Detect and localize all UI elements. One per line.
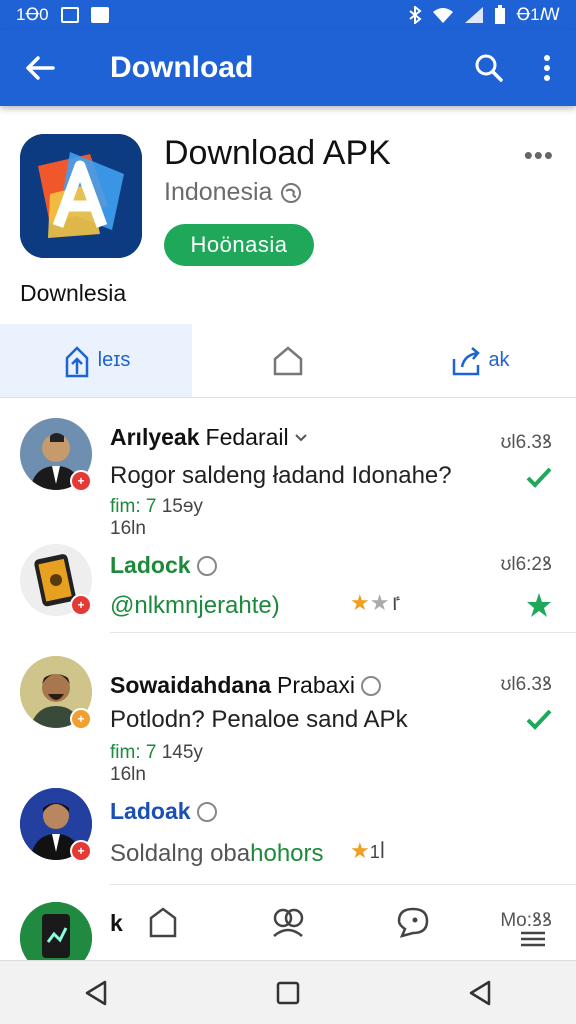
- sender-name: Sowaidahdana Prabaxi: [110, 672, 382, 699]
- region-pill-button[interactable]: Hoönasia: [164, 224, 314, 266]
- message-meta: fim: 7 15ɘy 16ln: [110, 496, 203, 540]
- tab-share-label: ak: [488, 349, 510, 371]
- sender-name: Arılyeak Fedarail: [110, 424, 307, 451]
- sender-name-bold: Arılyeak: [110, 424, 200, 450]
- triangle-back-icon: [85, 980, 107, 1005]
- status-bar: 1Ꝋ0 Ꝋ1ꟿ: [0, 0, 576, 30]
- meta-value: 145y: [161, 742, 203, 763]
- info-icon: [196, 801, 217, 822]
- rating: ★1ꟾ: [350, 838, 385, 864]
- chat-icon[interactable]: [396, 906, 430, 938]
- chevron-down-icon: [294, 433, 307, 441]
- divider: [110, 632, 576, 633]
- message-text-b: hohors: [250, 840, 324, 867]
- share-icon: [453, 346, 481, 375]
- notification-icon: [90, 7, 109, 23]
- app-bar-title: Download: [110, 51, 254, 84]
- partial-list-item[interactable]: k Mo:ꝸꝸ: [0, 890, 576, 974]
- list-item[interactable]: + Sowaidahdana Prabaxi ʊl6.3ꝸ Potlodn? P…: [0, 638, 576, 785]
- system-nav-bar: [0, 960, 576, 1024]
- menu-icon[interactable]: [520, 930, 546, 948]
- app-logo: [20, 134, 142, 258]
- sender-name-label: Ladoak: [110, 798, 191, 824]
- sender-name-label: Ladock: [110, 552, 191, 578]
- status-badge: +: [70, 708, 92, 730]
- check-icon: [526, 709, 552, 730]
- gallery-icon: [60, 7, 79, 23]
- battery-icon: [495, 5, 506, 24]
- meta-label: fim: 7: [110, 742, 157, 763]
- search-icon: [475, 54, 503, 82]
- sender-name: Ladock: [110, 552, 217, 579]
- app-region: Indonesia: [164, 178, 302, 207]
- sender-name: k: [110, 910, 123, 936]
- square-home-icon: [276, 981, 300, 1004]
- nav-back-button[interactable]: [56, 961, 136, 1024]
- overflow-menu-button[interactable]: [518, 30, 576, 106]
- list-item[interactable]: + Ladock ʊl6:2ꝸ @nlkmnjerahte) ★★ٵ: [0, 538, 576, 630]
- message-text: Potlodn? Penaloe sand APk: [110, 706, 408, 733]
- arrow-left-icon: [26, 56, 55, 80]
- house-icon: [273, 345, 303, 375]
- tab-library[interactable]: [192, 324, 384, 397]
- status-time: 1Ꝋ0: [16, 5, 49, 24]
- list-item[interactable]: + Ladoak Soldalng obahohors ★1ꟾ: [0, 778, 576, 878]
- star-icon: ★: [350, 838, 370, 863]
- nav-home-button[interactable]: [248, 961, 328, 1024]
- people-icon[interactable]: [270, 906, 306, 938]
- message-text: Soldalng obahohors: [110, 840, 324, 868]
- home-icon[interactable]: [148, 906, 178, 938]
- triangle-recents-icon: [469, 980, 491, 1005]
- meta-label: fim: 7: [110, 496, 157, 517]
- info-icon: [196, 555, 217, 576]
- status-badge: +: [70, 470, 92, 492]
- nav-recents-button[interactable]: [440, 961, 520, 1024]
- message-time: ʊl6.3ꝸ: [500, 674, 552, 695]
- message-time: Mo:ꝸꝸ: [500, 910, 552, 931]
- wifi-icon: [433, 8, 454, 23]
- divider: [110, 884, 576, 885]
- star-half-icon: ★: [369, 590, 390, 615]
- message-text: @nlkmnjerahte): [110, 592, 280, 619]
- message-time: ʊl6:2ꝸ: [500, 554, 552, 575]
- status-right-text: Ꝋ1ꟿ: [516, 5, 560, 24]
- app-region-label: Indonesia: [164, 178, 273, 206]
- message-text: Rogor saldeng ładand Idonahe?: [110, 462, 452, 489]
- meta-value: 15ɘy: [161, 496, 203, 517]
- status-badge: +: [70, 594, 92, 616]
- tab-home-label: leɪs: [97, 349, 131, 371]
- more-vertical-icon: [544, 55, 550, 81]
- meta-extra: 16ln: [110, 518, 146, 539]
- app-header: Download APK Indonesia Hoönasia ••• Down…: [0, 106, 576, 324]
- signal-icon: [465, 7, 484, 23]
- sender-name-bold: Sowaidahdana: [110, 672, 272, 698]
- globe-icon: [281, 182, 302, 203]
- back-button[interactable]: [0, 30, 80, 106]
- sender-name-rest: Prabaxi: [277, 672, 356, 698]
- tab-share[interactable]: ak: [384, 324, 576, 397]
- sender-name-rest: Fedarail: [205, 424, 289, 450]
- star-icon: ★: [350, 590, 370, 615]
- home-upload-icon: [65, 345, 88, 377]
- tab-bar: leɪs ak: [0, 324, 576, 398]
- info-icon: [361, 675, 382, 696]
- message-text-a: Soldalng oba: [110, 840, 251, 867]
- rating: ★★ٵ: [350, 590, 400, 616]
- app-caption: Downlesia: [20, 280, 127, 306]
- message-time: ʊl6.3ꝸ: [500, 432, 552, 453]
- app-bar: Download: [0, 30, 576, 106]
- status-badge: +: [70, 840, 92, 862]
- search-button[interactable]: [460, 30, 518, 106]
- more-horizontal-icon[interactable]: •••: [524, 140, 554, 171]
- list-item[interactable]: + Arılyeak Fedarail ʊl6.3ꝸ Rogor saldeng…: [0, 398, 576, 540]
- rating-value: ٵ: [389, 594, 401, 614]
- rating-value: 1ꟾ: [369, 842, 386, 862]
- star-filled-icon: [527, 593, 551, 617]
- check-icon: [526, 467, 552, 488]
- sender-name: Ladoak: [110, 798, 217, 825]
- tab-home[interactable]: leɪs: [0, 324, 192, 397]
- bluetooth-icon: [409, 6, 423, 24]
- app-name: Download APK: [164, 134, 391, 172]
